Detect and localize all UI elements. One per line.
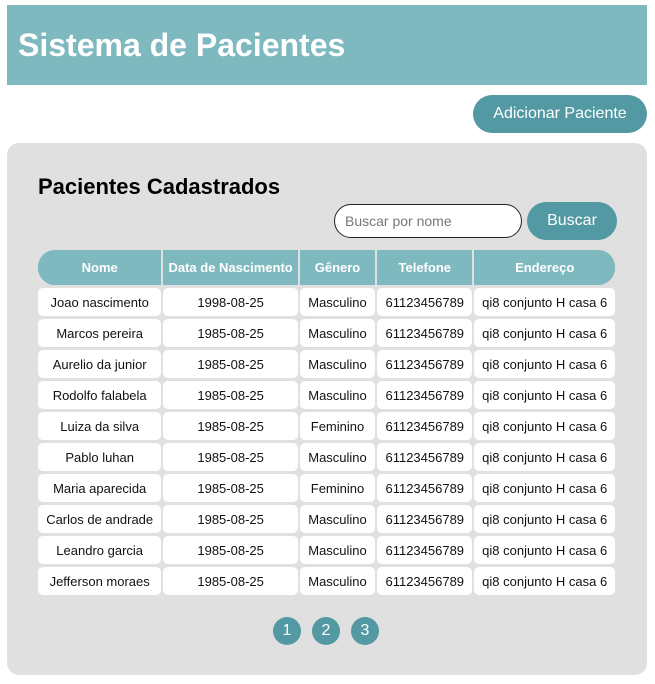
patients-table: Nome Data de Nascimento Gênero Telefone …	[36, 247, 617, 598]
cell-name: Jefferson moraes	[38, 567, 162, 595]
cell-phone: 61123456789	[377, 319, 473, 347]
app-header: Sistema de Pacientes	[7, 5, 647, 85]
table-row: Aurelio da junior 1985-08-25 Masculino 6112…	[38, 350, 615, 378]
cell-address: qi8 conjunto H casa 6	[474, 536, 615, 564]
column-header-name: Nome	[38, 250, 162, 285]
cell-birthdate: 1985-08-25	[163, 474, 298, 502]
cell-gender: Masculino	[299, 567, 376, 595]
app-title: Sistema de Pacientes	[18, 27, 346, 63]
cell-birthdate: 1985-08-25	[163, 412, 298, 440]
cell-address: qi8 conjunto H casa 6	[474, 443, 615, 471]
add-patient-button[interactable]: Adicionar Paciente	[473, 95, 647, 133]
cell-phone: 61123456789	[377, 505, 473, 533]
cell-birthdate: 1985-08-25	[163, 381, 298, 409]
cell-address: qi8 conjunto H casa 6	[474, 381, 615, 409]
cell-address: qi8 conjunto H casa 6	[474, 474, 615, 502]
table-row: Leandro garcia 1985-08-25 Masculino 6112345…	[38, 536, 615, 564]
cell-phone: 61123456789	[377, 567, 473, 595]
cell-birthdate: 1985-08-25	[163, 536, 298, 564]
table-row: Rodolfo falabela 1985-08-25 Masculino 61123…	[38, 381, 615, 409]
table-header-row: Nome Data de Nascimento Gênero Telefone …	[38, 250, 615, 285]
cell-phone: 61123456789	[377, 350, 473, 378]
table-row: Joao nascimento 1998-08-25 Masculino 611234…	[38, 288, 615, 316]
table-row: Maria aparecida 1985-08-25 Feminino 6112345…	[38, 474, 615, 502]
column-header-address: Endereço	[474, 250, 615, 285]
cell-address: qi8 conjunto H casa 6	[474, 319, 615, 347]
cell-birthdate: 1985-08-25	[163, 319, 298, 347]
cell-address: qi8 conjunto H casa 6	[474, 567, 615, 595]
cell-phone: 61123456789	[377, 536, 473, 564]
cell-name: Marcos pereira	[38, 319, 162, 347]
cell-name: Rodolfo falabela	[38, 381, 162, 409]
cell-gender: Masculino	[299, 319, 376, 347]
table-row: Carlos de andrade 1985-08-25 Masculino 6112…	[38, 505, 615, 533]
cell-name: Luiza da silva	[38, 412, 162, 440]
cell-name: Maria aparecida	[38, 474, 162, 502]
cell-birthdate: 1985-08-25	[163, 350, 298, 378]
cell-gender: Masculino	[299, 443, 376, 471]
table-row: Jefferson moraes 1985-08-25 Masculino 61123…	[38, 567, 615, 595]
cell-phone: 61123456789	[377, 412, 473, 440]
cell-phone: 61123456789	[377, 474, 473, 502]
cell-gender: Masculino	[299, 288, 376, 316]
cell-name: Pablo luhan	[38, 443, 162, 471]
cell-gender: Feminino	[299, 474, 376, 502]
patients-panel: Pacientes Cadastrados Buscar Nome Data d…	[7, 143, 647, 675]
cell-address: qi8 conjunto H casa 6	[474, 505, 615, 533]
table-row: Marcos pereira 1985-08-25 Masculino 6112345…	[38, 319, 615, 347]
cell-birthdate: 1985-08-25	[163, 505, 298, 533]
cell-address: qi8 conjunto H casa 6	[474, 412, 615, 440]
cell-gender: Masculino	[299, 381, 376, 409]
cell-address: qi8 conjunto H casa 6	[474, 350, 615, 378]
cell-name: Joao nascimento	[38, 288, 162, 316]
cell-birthdate: 1998-08-25	[163, 288, 298, 316]
cell-gender: Masculino	[299, 536, 376, 564]
page-button-1[interactable]: 1	[273, 617, 301, 645]
cell-gender: Masculino	[299, 350, 376, 378]
page-button-2[interactable]: 2	[312, 617, 340, 645]
search-input[interactable]	[334, 204, 522, 238]
cell-birthdate: 1985-08-25	[163, 443, 298, 471]
search-button[interactable]: Buscar	[527, 202, 617, 240]
page-button-3[interactable]: 3	[351, 617, 379, 645]
column-header-birthdate: Data de Nascimento	[163, 250, 298, 285]
cell-gender: Masculino	[299, 505, 376, 533]
panel-title: Pacientes Cadastrados	[38, 174, 281, 199]
table-row: Pablo luhan 1985-08-25 Masculino 6112345678…	[38, 443, 615, 471]
column-header-phone: Telefone	[377, 250, 473, 285]
cell-name: Aurelio da junior	[38, 350, 162, 378]
column-header-gender: Gênero	[299, 250, 376, 285]
cell-phone: 61123456789	[377, 381, 473, 409]
cell-phone: 61123456789	[377, 288, 473, 316]
cell-name: Carlos de andrade	[38, 505, 162, 533]
pagination: 123	[273, 617, 379, 645]
table-row: Luiza da silva 1985-08-25 Feminino 61123456…	[38, 412, 615, 440]
cell-gender: Feminino	[299, 412, 376, 440]
cell-name: Leandro garcia	[38, 536, 162, 564]
cell-birthdate: 1985-08-25	[163, 567, 298, 595]
cell-address: qi8 conjunto H casa 6	[474, 288, 615, 316]
cell-phone: 61123456789	[377, 443, 473, 471]
table-body: Joao nascimento 1998-08-25 Masculino 611234…	[38, 288, 615, 595]
